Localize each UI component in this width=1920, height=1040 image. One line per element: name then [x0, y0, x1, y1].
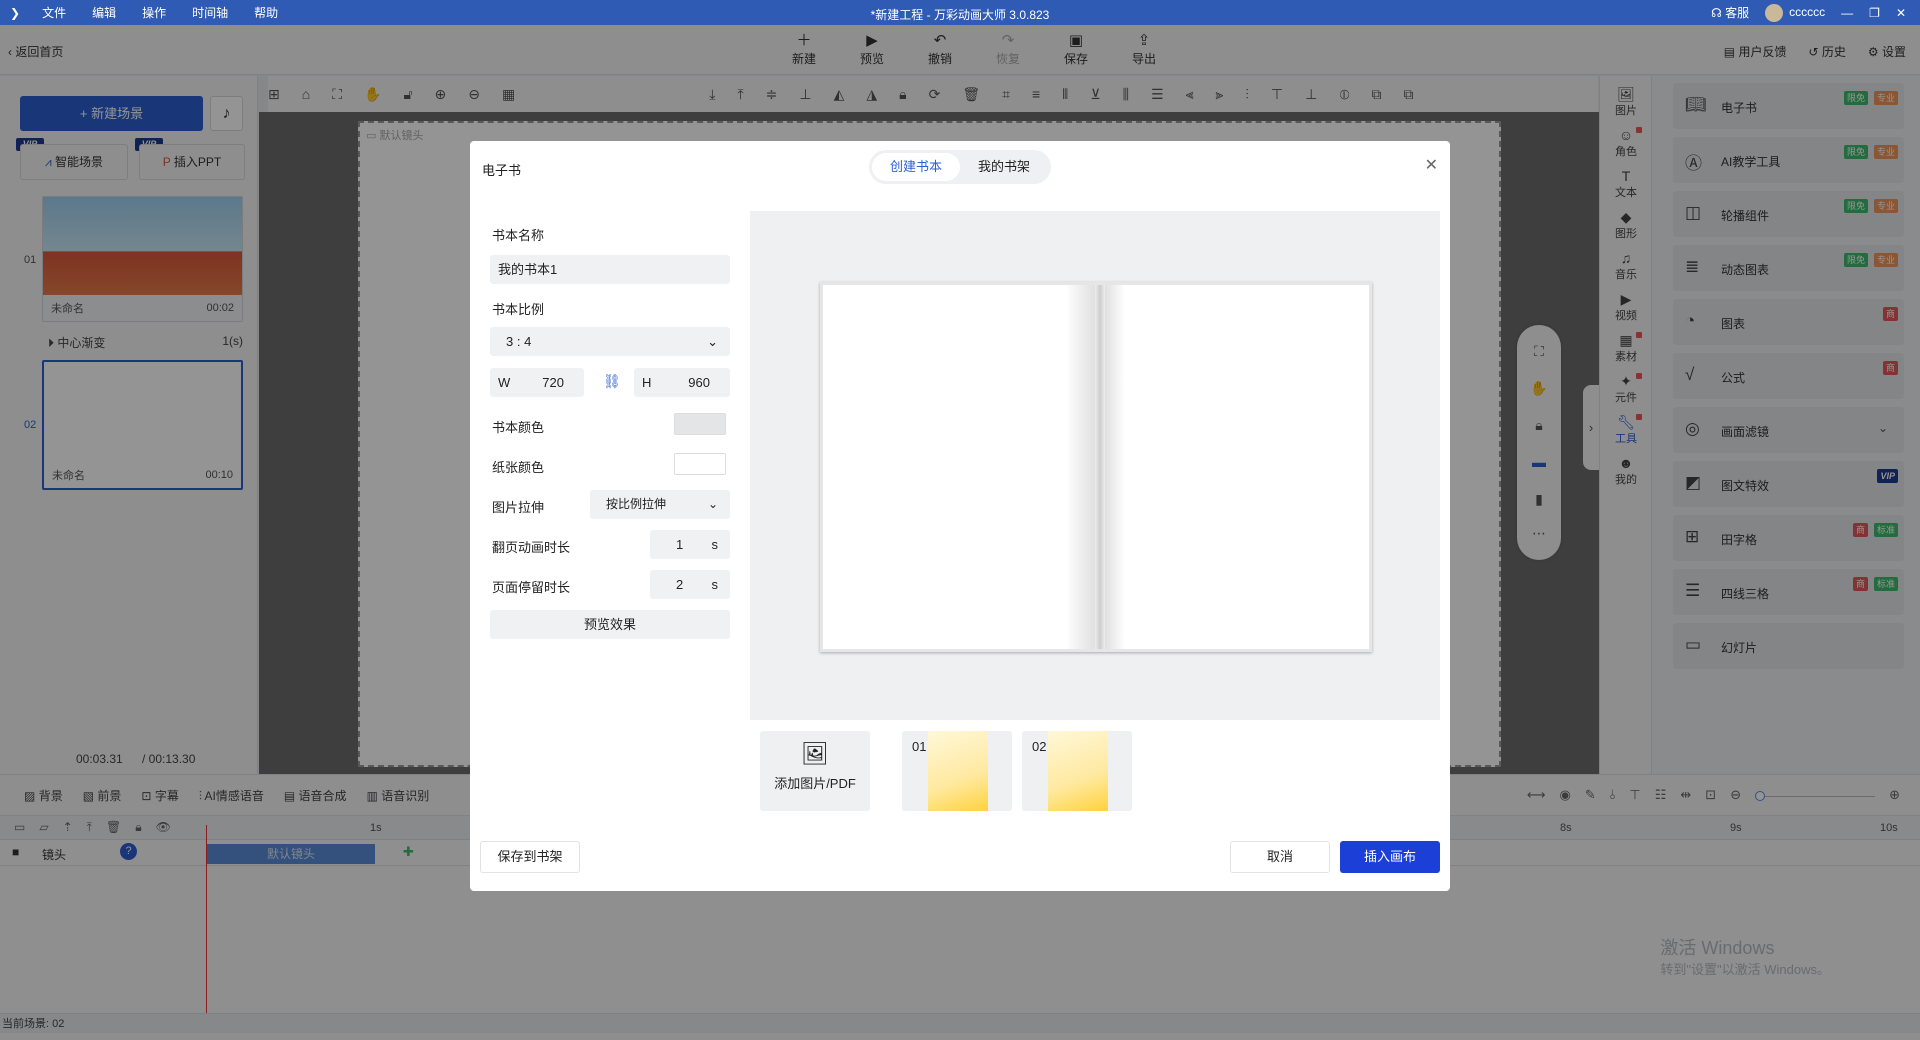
- customer-service[interactable]: ☊ 客服: [1711, 4, 1749, 21]
- menu-bar: ❯ 文件 编辑 操作 时间轴 帮助: [10, 0, 278, 25]
- add-image-pdf-button[interactable]: 🖼︎ 添加图片/PDF: [760, 731, 870, 811]
- tab-my-bookshelf[interactable]: 我的书架: [960, 153, 1048, 181]
- chevron-down-icon: ⌄: [707, 334, 718, 349]
- window-title: *新建工程 - 万彩动画大师 3.0.823: [870, 8, 1050, 22]
- close-window-button[interactable]: ✕: [1896, 6, 1906, 20]
- menu-1[interactable]: 编辑: [92, 4, 116, 21]
- paper-color-label: 纸张颜色: [492, 460, 545, 475]
- close-icon[interactable]: ✕: [1425, 155, 1438, 175]
- book-color-label: 书本颜色: [492, 420, 545, 435]
- flip-duration-input[interactable]: 1s: [650, 530, 730, 559]
- title-bar: ❯ 文件 编辑 操作 时间轴 帮助 *新建工程 - 万彩动画大师 3.0.823 ☊ 客…: [0, 0, 1920, 25]
- minimize-button[interactable]: —: [1841, 6, 1853, 20]
- menu-3[interactable]: 时间轴: [192, 4, 228, 21]
- width-input[interactable]: W 720: [490, 368, 584, 397]
- height-input[interactable]: H 960: [634, 368, 730, 397]
- page-image: [928, 731, 988, 811]
- stay-duration-input[interactable]: 2s: [650, 570, 730, 599]
- book-name-input[interactable]: 我的书本1: [490, 255, 730, 284]
- menu-0[interactable]: 文件: [42, 4, 66, 21]
- open-book: [820, 282, 1372, 652]
- chevron-down-icon: ⌄: [707, 497, 718, 511]
- book-ratio-select[interactable]: 3 : 4 ⌄: [490, 327, 730, 356]
- book-preview: [750, 211, 1440, 720]
- book-name-label: 书本名称: [492, 228, 545, 243]
- page-thumbnail[interactable]: 01: [902, 731, 1012, 811]
- headset-icon: ☊: [1711, 6, 1722, 20]
- user-account[interactable]: cccccc: [1765, 3, 1825, 22]
- dialog-tabs: 创建书本 我的书架: [869, 150, 1051, 184]
- menu-4[interactable]: 帮助: [254, 4, 278, 21]
- book-ratio-label: 书本比例: [492, 302, 545, 317]
- page-thumbnail[interactable]: 02: [1022, 731, 1132, 811]
- preview-effect-button[interactable]: 预览效果: [490, 610, 730, 639]
- add-image-icon: 🖼︎: [801, 741, 829, 766]
- ebook-dialog: 电子书 创建书本 我的书架 ✕ 书本名称 我的书本1 书本比例 3 : 4 ⌄ W…: [470, 141, 1450, 891]
- link-ratio-icon[interactable]: ⛓: [603, 373, 621, 390]
- page-image: [1048, 731, 1108, 811]
- cancel-button[interactable]: 取消: [1230, 841, 1330, 873]
- image-stretch-label: 图片拉伸: [492, 500, 545, 515]
- restore-button[interactable]: ❐: [1869, 6, 1880, 20]
- paper-color-swatch[interactable]: [674, 453, 726, 475]
- menu-2[interactable]: 操作: [142, 4, 166, 21]
- app-logo-icon: ❯: [10, 5, 21, 20]
- dialog-title: 电子书: [482, 163, 522, 178]
- image-stretch-select[interactable]: 按比例拉伸 ⌄: [590, 490, 730, 519]
- avatar: [1765, 3, 1784, 22]
- insert-canvas-button[interactable]: 插入画布: [1340, 841, 1440, 873]
- stay-duration-label: 页面停留时长: [492, 580, 571, 595]
- book-color-swatch[interactable]: [674, 413, 726, 435]
- save-to-shelf-button[interactable]: 保存到书架: [480, 841, 580, 873]
- tab-create-book[interactable]: 创建书本: [872, 153, 960, 181]
- flip-duration-label: 翻页动画时长: [492, 540, 571, 555]
